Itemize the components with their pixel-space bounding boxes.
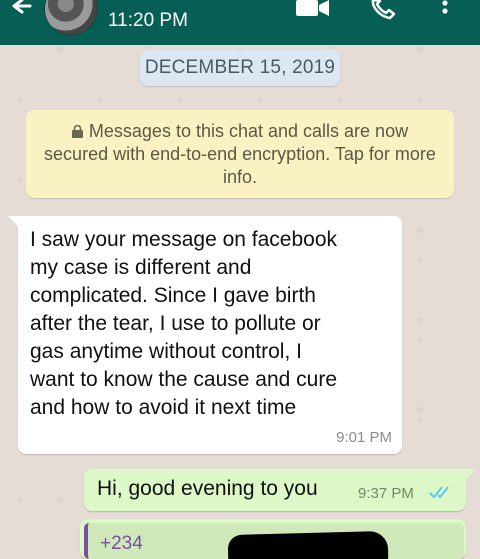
- voice-call-icon[interactable]: [370, 0, 396, 22]
- double-check-icon: [429, 486, 449, 499]
- message-text: Hi, good evening to you: [97, 477, 318, 500]
- chat-header: 11:20 PM: [0, 0, 480, 45]
- message-time: 9:01 PM: [336, 429, 392, 446]
- date-chip: DECEMBER 15, 2019: [140, 50, 340, 86]
- quoted-text: +234: [100, 533, 143, 554]
- outgoing-message-quoted[interactable]: +234: [80, 519, 466, 559]
- message-text: I saw your message on facebook my case i…: [30, 228, 338, 419]
- contact-avatar[interactable]: [44, 0, 98, 36]
- video-call-icon[interactable]: [296, 0, 330, 20]
- redaction-mark: [227, 530, 389, 559]
- outgoing-message[interactable]: Hi, good evening to you 9:37 PM: [84, 469, 476, 511]
- back-arrow-icon[interactable]: [8, 0, 34, 26]
- quoted-contact[interactable]: +234: [84, 523, 464, 559]
- incoming-message[interactable]: I saw your message on facebook my case i…: [8, 216, 402, 454]
- message-time: 9:37 PM: [358, 485, 414, 502]
- encryption-notice[interactable]: Messages to this chat and calls are now …: [26, 110, 454, 198]
- more-options-icon[interactable]: [440, 0, 450, 24]
- last-seen-time: 11:20 PM: [108, 10, 188, 31]
- encryption-notice-text: Messages to this chat and calls are now …: [44, 120, 436, 187]
- lock-icon: [71, 124, 83, 138]
